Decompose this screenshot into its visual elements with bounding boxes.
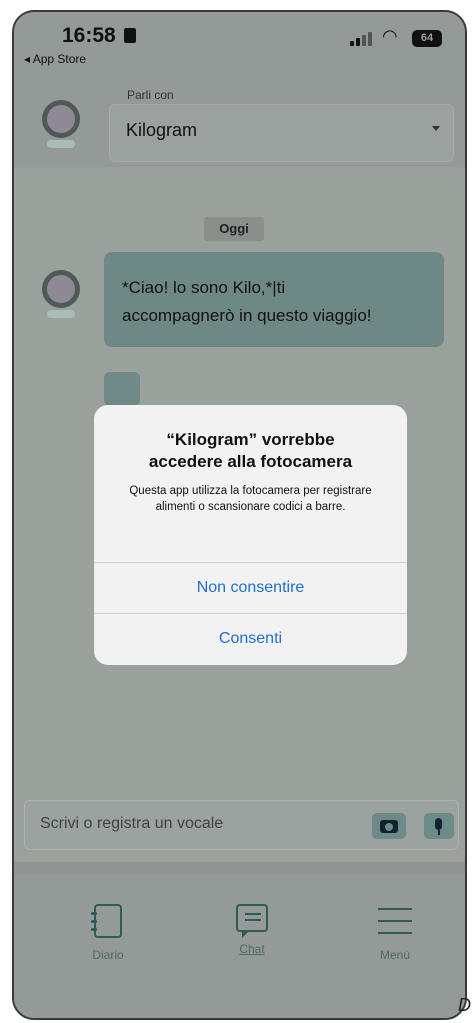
message-input-placeholder: Scrivi o registra un vocale bbox=[40, 815, 224, 832]
screen: 16:58 ◂ App Store ◠ 64 Parli con Kilogra… bbox=[0, 0, 475, 1023]
signal-icon bbox=[350, 32, 372, 46]
deny-button[interactable]: Non consentire bbox=[94, 562, 407, 612]
nav-diario[interactable]: Diario bbox=[58, 904, 158, 984]
allow-button[interactable]: Consenti bbox=[94, 613, 407, 663]
battery-icon: 64 bbox=[412, 30, 442, 47]
alert-message: Questa app utilizza la fotocamera per re… bbox=[129, 485, 372, 513]
message-line-1: *Ciao! lo sono Kilo,*|ti bbox=[122, 278, 286, 297]
divider bbox=[14, 862, 465, 874]
nav-chat[interactable]: Chat bbox=[202, 904, 302, 984]
corner-mark: D bbox=[458, 995, 471, 1015]
microphone-icon[interactable] bbox=[424, 813, 454, 839]
sim-icon bbox=[124, 28, 136, 43]
assistant-avatar-base bbox=[47, 140, 75, 148]
phone-screen: 16:58 ◂ App Store ◠ 64 Parli con Kilogra… bbox=[12, 10, 467, 1020]
assistant-avatar bbox=[42, 100, 80, 138]
nav-chat-label: Chat bbox=[239, 942, 265, 956]
message-avatar-base bbox=[47, 310, 75, 318]
bottom-nav: Diario Chat Menù bbox=[14, 874, 465, 1018]
chevron-down-icon[interactable] bbox=[432, 126, 440, 131]
nav-menu-label: Menù bbox=[379, 948, 411, 962]
date-chip: Oggi bbox=[204, 217, 264, 241]
camera-icon[interactable] bbox=[372, 813, 406, 839]
alert-title: “Kilogram” vorrebbe accedere alla fotoca… bbox=[94, 429, 407, 473]
wifi-icon: ◠ bbox=[382, 26, 398, 46]
message-avatar bbox=[42, 270, 80, 308]
camera-permission-alert: “Kilogram” vorrebbe accedere alla fotoca… bbox=[94, 405, 407, 665]
alert-title-line-1: “Kilogram” vorrebbe bbox=[166, 430, 335, 449]
header: 16:58 ◂ App Store ◠ 64 Parli con Kilogra… bbox=[14, 12, 465, 167]
status-time: 16:58 bbox=[62, 24, 116, 47]
back-to-app-store-link[interactable]: ◂ App Store bbox=[24, 52, 86, 66]
assistant-message: *Ciao! lo sono Kilo,*|ti accompagnerò in… bbox=[104, 252, 444, 347]
nav-diario-label: Diario bbox=[92, 948, 124, 962]
alert-title-line-2: accedere alla fotocamera bbox=[148, 452, 353, 471]
typing-indicator bbox=[104, 372, 140, 406]
diary-icon bbox=[91, 904, 122, 938]
contact-select-label: Parli con bbox=[122, 88, 179, 102]
menu-icon bbox=[378, 904, 412, 938]
contact-select-value: Kilogram bbox=[126, 120, 198, 140]
chat-icon bbox=[236, 904, 268, 938]
message-line-2: accompagnerò in questo viaggio! bbox=[122, 306, 372, 325]
nav-menu[interactable]: Menù bbox=[345, 904, 445, 984]
